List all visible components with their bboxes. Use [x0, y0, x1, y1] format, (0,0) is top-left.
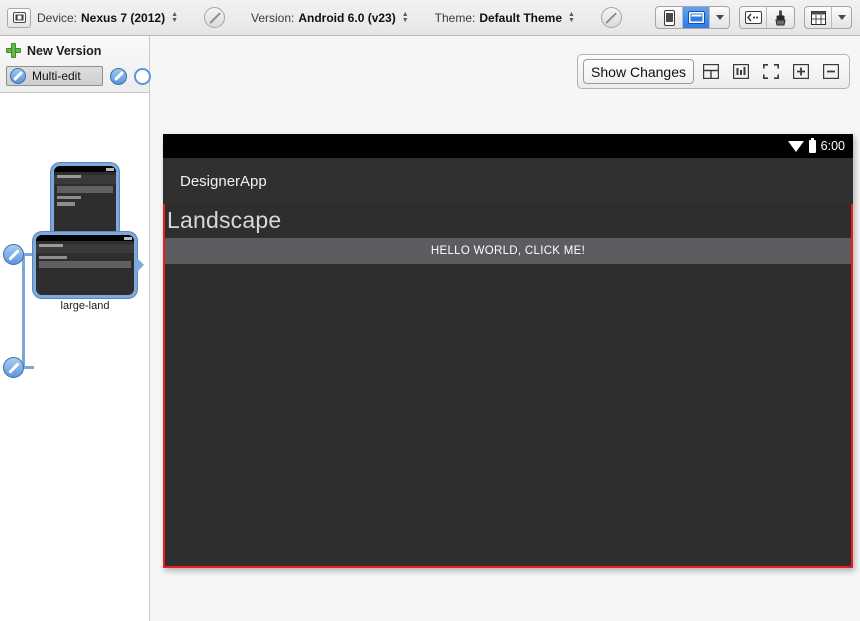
multi-edit-label: Multi-edit	[32, 69, 81, 83]
orientation-dropdown-button[interactable]	[710, 7, 729, 28]
theme-stepper-icon[interactable]: ▲ ▼	[568, 11, 575, 24]
versions-sidebar: New Version Multi-edit large-land	[0, 36, 151, 621]
empty-circle-button[interactable]	[134, 67, 151, 85]
tree-node-largeland-handle[interactable]	[3, 357, 24, 378]
thumb-status-bar	[54, 166, 116, 172]
version-label-large-land: large-land	[60, 300, 110, 312]
thumb-heading-line	[57, 195, 81, 199]
preview-hello-world-button[interactable]: HELLO WORLD, CLICK ME!	[165, 238, 851, 264]
canvas-toolbar: Show Changes	[577, 54, 850, 89]
android-layout-designer: Device: Nexus 7 (2012) ▲ ▼ Version: Andro…	[0, 0, 860, 621]
new-version-button[interactable]: New Version	[6, 41, 143, 60]
paintbrush-button[interactable]	[767, 7, 794, 28]
theme-value: Default Theme	[479, 10, 563, 25]
thumb-status-bar-2	[36, 235, 134, 241]
thumb-app-bar-2	[36, 243, 134, 253]
distribute-icon[interactable]	[728, 59, 754, 85]
orientation-segmented-control	[655, 6, 730, 29]
tree-trunk-line	[22, 253, 25, 368]
toolbar-right-group	[655, 6, 860, 29]
new-version-label: New Version	[27, 43, 102, 58]
refresh-render-button[interactable]	[740, 7, 767, 28]
theme-label: Theme:	[434, 10, 476, 25]
battery-icon	[808, 137, 816, 153]
selection-arrow-icon	[137, 258, 144, 272]
preview-button-label: HELLO WORLD, CLICK ME!	[430, 245, 586, 257]
device-value: Nexus 7 (2012)	[81, 10, 166, 25]
render-tools-group	[739, 6, 795, 29]
grid-tools-group	[804, 6, 852, 29]
show-changes-button[interactable]: Show Changes	[583, 59, 694, 84]
zoom-out-icon[interactable]	[818, 59, 844, 85]
preview-content-selected[interactable]: Landscape HELLO WORLD, CLICK ME!	[163, 204, 853, 568]
thumb-button	[57, 185, 113, 193]
thumb-heading-line-2	[39, 255, 67, 259]
orientation-landscape-button[interactable]	[683, 7, 710, 28]
wifi-icon	[787, 140, 804, 152]
tree-node-default-handle[interactable]	[3, 244, 24, 265]
multi-edit-button[interactable]: Multi-edit	[6, 66, 103, 86]
theme-selector[interactable]: Theme: Default Theme ▲ ▼	[435, 11, 575, 25]
version-item-large-land[interactable]: large-land	[33, 232, 144, 312]
fit-screen-icon[interactable]	[758, 59, 784, 85]
preview-canvas: Show Changes 6:00 DesignerApp Landscape …	[151, 36, 860, 621]
version-thumbnail-large-land[interactable]	[33, 232, 137, 298]
sidebar-action-row: Multi-edit	[6, 66, 151, 86]
device-label: Device:	[37, 10, 78, 25]
chevron-down-icon-2	[837, 15, 846, 20]
thumb-body-line	[57, 201, 75, 206]
version-value: Android 6.0 (v23)	[298, 10, 396, 25]
device-selector[interactable]: Device: Nexus 7 (2012) ▲ ▼	[37, 11, 178, 25]
grid-dropdown-button[interactable]	[832, 7, 851, 28]
zoom-in-icon[interactable]	[788, 59, 814, 85]
version-label: Version:	[251, 10, 295, 25]
sidebar-header: New Version Multi-edit	[0, 36, 151, 93]
split-view-icon[interactable]	[698, 59, 724, 85]
no-entry-icon-2	[600, 7, 622, 28]
preview-status-bar: 6:00	[163, 134, 853, 158]
thumb-app-bar	[54, 174, 116, 184]
orientation-portrait-button[interactable]	[656, 7, 683, 28]
thumb-button-2	[39, 260, 131, 268]
device-screen-icon[interactable]	[7, 7, 31, 28]
main-toolbar: Device: Nexus 7 (2012) ▲ ▼ Version: Andro…	[0, 0, 860, 36]
preview-app-bar: DesignerApp	[163, 158, 853, 204]
preview-heading-text[interactable]: Landscape	[165, 204, 851, 236]
app-title: DesignerApp	[180, 172, 267, 190]
chevron-down-icon	[715, 15, 724, 20]
version-stepper-icon[interactable]: ▲ ▼	[402, 11, 409, 24]
grid-layout-button[interactable]	[805, 7, 832, 28]
pencil-circle-button[interactable]	[110, 67, 127, 85]
version-tree: Default large-land	[0, 93, 150, 378]
android-preview[interactable]: 6:00 DesignerApp Landscape HELLO WORLD, …	[163, 134, 853, 568]
status-clock: 6:00	[820, 139, 845, 153]
version-selector[interactable]: Version: Android 6.0 (v23) ▲ ▼	[251, 11, 409, 25]
device-stepper-icon[interactable]: ▲ ▼	[171, 11, 178, 24]
green-plus-icon	[6, 43, 21, 58]
no-entry-icon	[204, 7, 225, 28]
pencil-circle-icon	[10, 68, 26, 84]
